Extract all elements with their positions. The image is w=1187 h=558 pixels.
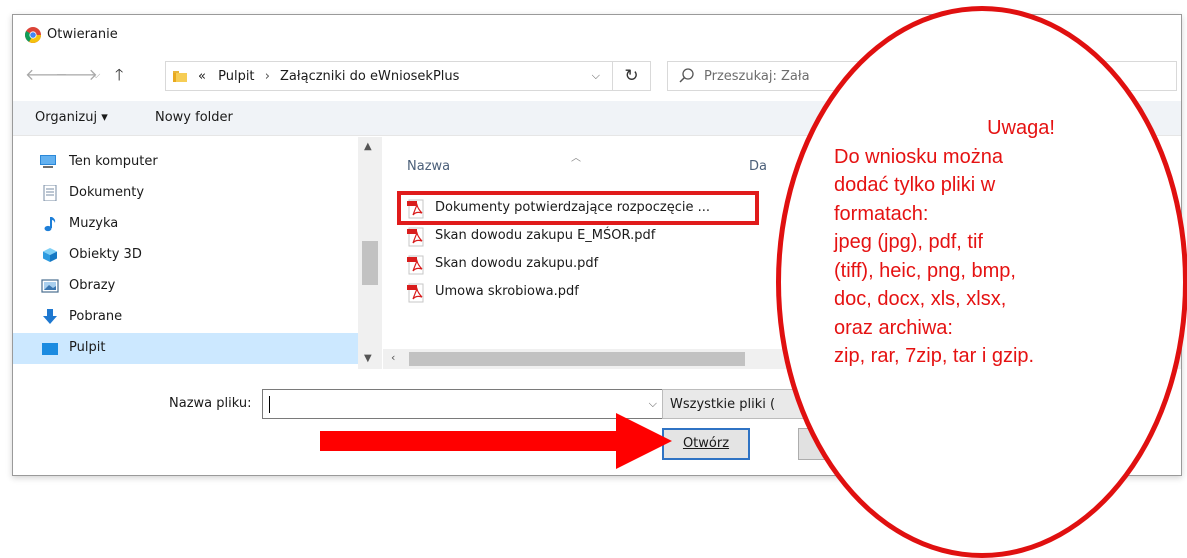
sidebar-item-label: Muzyka [69,216,119,231]
warning-title: Uwaga! [987,117,1055,139]
column-header-name[interactable]: Nazwa [407,159,450,174]
breadcrumb-item-zalaczniki[interactable]: Załączniki do eWniosekPlus [280,69,459,84]
chevron-down-icon[interactable]: ⌵ [592,69,600,83]
computer-icon [40,155,56,168]
file-row[interactable]: Skan dowodu zakupu.pdf [407,251,747,277]
file-row[interactable]: Skan dowodu zakupu E_MŚOR.pdf [407,223,747,249]
music-icon [44,217,56,232]
documents-icon [43,185,57,201]
file-highlight-box [397,191,759,225]
sidebar-item-dokumenty[interactable]: Dokumenty [13,178,358,209]
desktop-icon [42,343,58,355]
breadcrumb-item-pulpit[interactable]: Pulpit [218,69,254,84]
breadcrumb: « Pulpit › Załączniki do eWniosekPlus [198,69,459,84]
refresh-button[interactable]: ↻ [613,61,651,91]
sidebar-item-label: Pulpit [69,340,106,355]
navigation-pane: Ten komputer Dokumenty Muzyka Obiekty 3D… [13,137,383,369]
breadcrumb-separator[interactable]: › [265,69,270,84]
up-button[interactable]: 🡑 [115,65,123,85]
file-row[interactable]: Umowa skrobiowa.pdf [407,279,747,305]
nav-pane-scrollbar[interactable]: ▲ ▼ [358,137,382,369]
warning-line: dodać tylko pliki w [834,174,996,196]
open-button-label: Otwórz [682,436,730,451]
scrollbar-thumb[interactable] [362,241,378,285]
warning-line: doc, docx, xls, xlsx, [834,288,1007,310]
sidebar-item-label: Ten komputer [69,154,158,169]
warning-line: (tiff), heic, png, bmp, [834,259,1016,282]
column-header-date[interactable]: Da [749,159,767,174]
pdf-icon [407,283,424,303]
sidebar-item-obiekty-3d[interactable]: Obiekty 3D [13,240,358,271]
file-name: Umowa skrobiowa.pdf [435,284,579,299]
warning-line: zip, rar, 7zip, tar i gzip. [834,345,1035,367]
red-arrow-annotation-icon [320,413,672,469]
filetype-value: Wszystkie pliki ( [670,397,776,412]
sidebar-item-pulpit[interactable]: Pulpit [13,333,358,364]
text-caret [269,396,270,413]
3d-objects-icon [43,248,57,262]
sort-ascending-icon: ︿ [571,153,581,164]
search-icon [679,68,694,83]
warning-line: Do wniosku można [834,145,1003,168]
sidebar-item-muzyka[interactable]: Muzyka [13,209,358,240]
sidebar-item-pobrane[interactable]: Pobrane [13,302,358,333]
scroll-down-arrow-icon[interactable]: ▼ [364,353,372,364]
scroll-up-arrow-icon[interactable]: ▲ [364,141,372,152]
pdf-icon [407,227,424,247]
warning-line: formatach: [834,202,929,225]
dialog-title: Otwieranie [47,27,118,42]
sidebar-item-ten-komputer[interactable]: Ten komputer [13,147,358,178]
sidebar-item-label: Dokumenty [69,185,145,200]
file-name: Skan dowodu zakupu.pdf [435,256,599,271]
new-folder-button[interactable]: Nowy folder [155,110,233,125]
pictures-icon [41,279,59,293]
folder-icon [173,71,187,82]
pdf-icon [407,255,424,275]
sidebar-item-label: Obiekty 3D [69,247,142,262]
search-input[interactable]: Przeszukaj: Zała [704,69,810,84]
scrollbar-thumb[interactable] [409,352,745,366]
breadcrumb-prefix[interactable]: « [198,69,206,84]
chrome-icon [25,27,41,43]
sidebar-item-label: Pobrane [69,309,123,324]
warning-line: jpeg (jpg), pdf, tif [834,231,983,253]
downloads-icon [43,309,57,324]
recent-locations-button[interactable]: ⌵ [92,65,100,85]
sidebar-item-obrazy[interactable]: Obrazy [13,271,358,302]
sidebar-item-label: Obrazy [69,278,116,293]
chevron-down-icon[interactable]: ⌵ [649,397,657,411]
refresh-icon: ↻ [624,66,639,86]
filename-label: Nazwa pliku: [169,396,252,411]
warning-line: oraz archiwa: [834,316,953,339]
organize-menu[interactable]: Organizuj ▾ [35,110,108,125]
warning-callout: Uwaga! Do wniosku można dodać tylko plik… [834,114,1164,371]
scroll-left-arrow-icon[interactable]: ‹ [391,351,395,364]
file-name: Skan dowodu zakupu E_MŚOR.pdf [435,228,656,243]
address-bar[interactable]: « Pulpit › Załączniki do eWniosekPlus ⌵ [165,61,613,91]
